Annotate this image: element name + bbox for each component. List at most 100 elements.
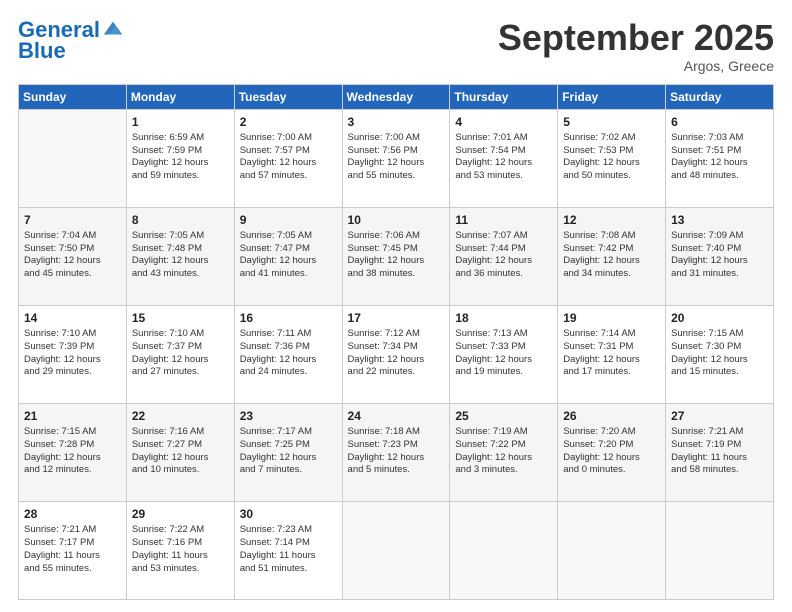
table-row: 14Sunrise: 7:10 AMSunset: 7:39 PMDayligh…	[19, 305, 127, 403]
daylight-hours: Daylight: 12 hours	[563, 452, 660, 465]
day-number: 13	[671, 212, 768, 228]
col-friday: Friday	[558, 84, 666, 109]
table-row: 16Sunrise: 7:11 AMSunset: 7:36 PMDayligh…	[234, 305, 342, 403]
table-row: 6 Sunrise: 7:03 AMSunset: 7:51 PMDaylight…	[666, 109, 774, 207]
daylight-minutes: and 43 minutes.	[132, 268, 229, 281]
sunrise-time: Sunrise: 7:15 AM	[671, 328, 768, 341]
month-title: September 2025	[498, 18, 774, 58]
day-number: 6	[671, 114, 768, 130]
sunset-time: Sunset: 7:37 PM	[132, 341, 229, 354]
sunset-time: Sunset: 7:51 PM	[671, 145, 768, 158]
daylight-hours: Daylight: 12 hours	[455, 255, 552, 268]
sunset-time: Sunset: 7:33 PM	[455, 341, 552, 354]
table-row: 28Sunrise: 7:21 AMSunset: 7:17 PMDayligh…	[19, 501, 127, 599]
sunrise-time: Sunrise: 7:17 AM	[240, 426, 337, 439]
sunrise-time: Sunrise: 7:19 AM	[455, 426, 552, 439]
sunrise-time: Sunrise: 7:18 AM	[348, 426, 445, 439]
sunset-time: Sunset: 7:19 PM	[671, 439, 768, 452]
daylight-hours: Daylight: 12 hours	[240, 255, 337, 268]
daylight-minutes: and 17 minutes.	[563, 366, 660, 379]
table-row: 26Sunrise: 7:20 AMSunset: 7:20 PMDayligh…	[558, 403, 666, 501]
sunrise-time: Sunrise: 7:02 AM	[563, 132, 660, 145]
sunrise-time: Sunrise: 7:10 AM	[24, 328, 121, 341]
sunset-time: Sunset: 7:34 PM	[348, 341, 445, 354]
daylight-minutes: and 0 minutes.	[563, 464, 660, 477]
daylight-hours: Daylight: 12 hours	[455, 354, 552, 367]
sunrise-time: Sunrise: 7:00 AM	[240, 132, 337, 145]
day-number: 11	[455, 212, 552, 228]
daylight-minutes: and 19 minutes.	[455, 366, 552, 379]
sunset-time: Sunset: 7:54 PM	[455, 145, 552, 158]
table-row: 27Sunrise: 7:21 AMSunset: 7:19 PMDayligh…	[666, 403, 774, 501]
daylight-minutes: and 10 minutes.	[132, 464, 229, 477]
sunrise-time: Sunrise: 7:04 AM	[24, 230, 121, 243]
sunrise-time: Sunrise: 7:16 AM	[132, 426, 229, 439]
sunset-time: Sunset: 7:47 PM	[240, 243, 337, 256]
day-number: 25	[455, 408, 552, 424]
sunrise-time: Sunrise: 7:22 AM	[132, 524, 229, 537]
daylight-minutes: and 53 minutes.	[132, 563, 229, 576]
table-row: 30Sunrise: 7:23 AMSunset: 7:14 PMDayligh…	[234, 501, 342, 599]
week-row-2: 7Sunrise: 7:04 AMSunset: 7:50 PMDaylight…	[19, 207, 774, 305]
table-row	[19, 109, 127, 207]
table-row: 11Sunrise: 7:07 AMSunset: 7:44 PMDayligh…	[450, 207, 558, 305]
daylight-hours: Daylight: 12 hours	[132, 354, 229, 367]
table-row: 22Sunrise: 7:16 AMSunset: 7:27 PMDayligh…	[126, 403, 234, 501]
daylight-minutes: and 22 minutes.	[348, 366, 445, 379]
sunset-time: Sunset: 7:48 PM	[132, 243, 229, 256]
sunrise-time: Sunrise: 7:13 AM	[455, 328, 552, 341]
week-row-5: 28Sunrise: 7:21 AMSunset: 7:17 PMDayligh…	[19, 501, 774, 599]
daylight-hours: Daylight: 12 hours	[563, 354, 660, 367]
daylight-hours: Daylight: 12 hours	[24, 452, 121, 465]
daylight-minutes: and 51 minutes.	[240, 563, 337, 576]
sunrise-time: Sunrise: 7:14 AM	[563, 328, 660, 341]
table-row	[342, 501, 450, 599]
sunrise-time: Sunrise: 6:59 AM	[132, 132, 229, 145]
daylight-minutes: and 45 minutes.	[24, 268, 121, 281]
daylight-hours: Daylight: 12 hours	[671, 157, 768, 170]
sunrise-time: Sunrise: 7:20 AM	[563, 426, 660, 439]
sunset-time: Sunset: 7:50 PM	[24, 243, 121, 256]
daylight-minutes: and 53 minutes.	[455, 170, 552, 183]
sunset-time: Sunset: 7:20 PM	[563, 439, 660, 452]
sunset-time: Sunset: 7:36 PM	[240, 341, 337, 354]
location: Argos, Greece	[498, 58, 774, 74]
logo-icon	[102, 18, 124, 40]
daylight-hours: Daylight: 12 hours	[24, 255, 121, 268]
sunrise-time: Sunrise: 7:05 AM	[240, 230, 337, 243]
week-row-1: 1Sunrise: 6:59 AMSunset: 7:59 PMDaylight…	[19, 109, 774, 207]
daylight-hours: Daylight: 12 hours	[563, 255, 660, 268]
day-number: 29	[132, 506, 229, 522]
day-number: 4	[455, 114, 552, 130]
sunrise-time: Sunrise: 7:03 AM	[671, 132, 768, 145]
day-number: 5	[563, 114, 660, 130]
sunrise-time: Sunrise: 7:00 AM	[348, 132, 445, 145]
day-number: 28	[24, 506, 121, 522]
daylight-minutes: and 59 minutes.	[132, 170, 229, 183]
daylight-minutes: and 55 minutes.	[348, 170, 445, 183]
sunset-time: Sunset: 7:56 PM	[348, 145, 445, 158]
table-row: 1Sunrise: 6:59 AMSunset: 7:59 PMDaylight…	[126, 109, 234, 207]
day-number: 16	[240, 310, 337, 326]
daylight-hours: Daylight: 12 hours	[132, 157, 229, 170]
table-row: 13Sunrise: 7:09 AMSunset: 7:40 PMDayligh…	[666, 207, 774, 305]
sunset-time: Sunset: 7:16 PM	[132, 537, 229, 550]
day-number: 8	[132, 212, 229, 228]
day-number: 23	[240, 408, 337, 424]
daylight-minutes: and 55 minutes.	[24, 563, 121, 576]
day-number: 9	[240, 212, 337, 228]
sunrise-time: Sunrise: 7:12 AM	[348, 328, 445, 341]
daylight-hours: Daylight: 11 hours	[671, 452, 768, 465]
daylight-hours: Daylight: 12 hours	[240, 157, 337, 170]
daylight-hours: Daylight: 11 hours	[132, 550, 229, 563]
sunrise-time: Sunrise: 7:11 AM	[240, 328, 337, 341]
daylight-hours: Daylight: 12 hours	[132, 452, 229, 465]
day-number: 14	[24, 310, 121, 326]
table-row: 5Sunrise: 7:02 AMSunset: 7:53 PMDaylight…	[558, 109, 666, 207]
sunset-time: Sunset: 7:22 PM	[455, 439, 552, 452]
day-number: 10	[348, 212, 445, 228]
sunrise-time: Sunrise: 7:06 AM	[348, 230, 445, 243]
daylight-hours: Daylight: 12 hours	[348, 354, 445, 367]
daylight-minutes: and 58 minutes.	[671, 464, 768, 477]
daylight-hours: Daylight: 12 hours	[348, 255, 445, 268]
